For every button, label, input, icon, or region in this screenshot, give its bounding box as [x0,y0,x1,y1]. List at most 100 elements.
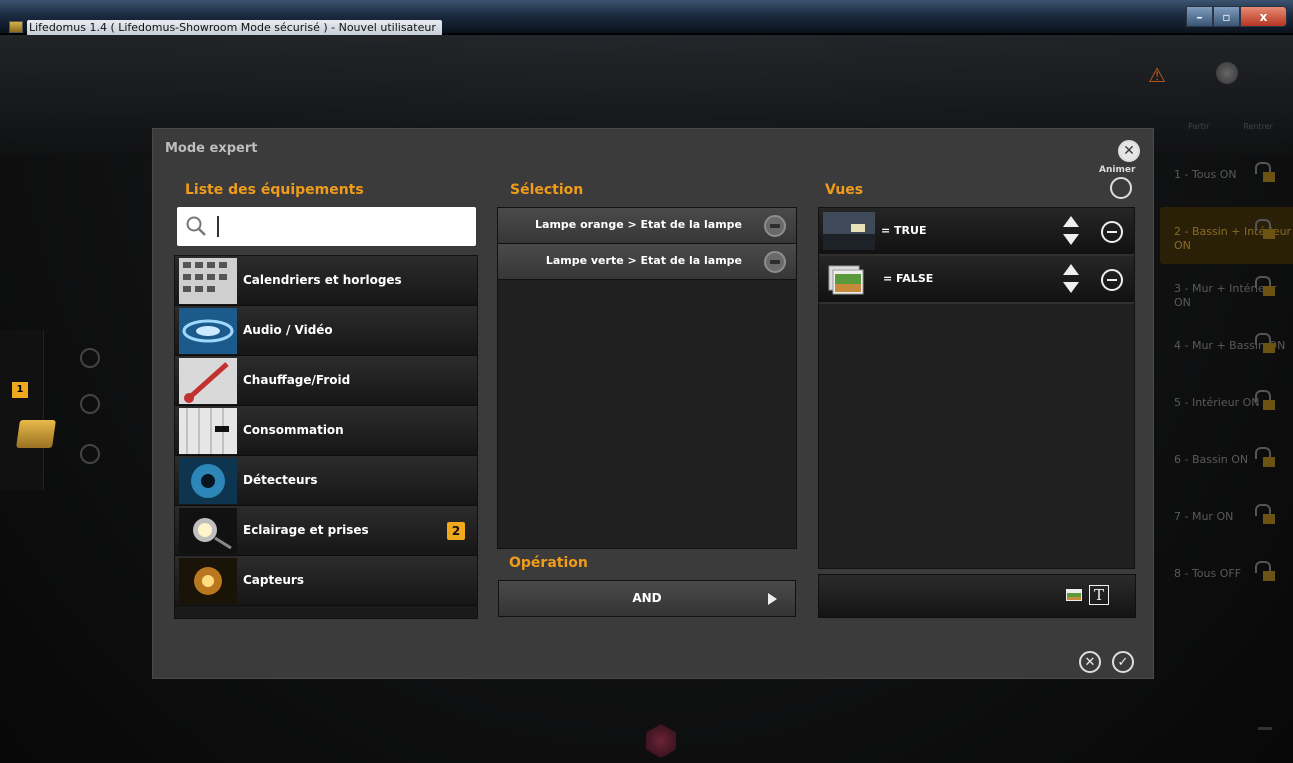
globe-icon[interactable] [1216,62,1238,84]
reorder-icon[interactable] [1063,216,1079,248]
search-input[interactable] [177,207,476,246]
audio-video-icon [179,308,237,354]
operation-selector[interactable]: AND [498,580,796,617]
warning-icon[interactable]: ⚠ [1148,65,1170,85]
equipment-item-detectors[interactable]: Détecteurs [175,456,477,506]
reorder-icon[interactable] [1063,264,1079,296]
scene-item[interactable]: 5 - Intérieur ON [1160,378,1293,435]
equipment-item-audio-video[interactable]: Audio / Vidéo [175,306,477,356]
equipment-label: Détecteurs [243,473,318,487]
operation-value: AND [632,591,662,605]
lock-icon [1255,504,1275,528]
lock-icon [1255,219,1275,243]
title-bar: Lifedomus 1.4 ( Lifedomus-Showroom Mode … [0,0,1293,36]
cancel-icon: ✕ [1084,654,1096,670]
spotlight-icon [179,508,237,554]
count-badge: 2 [447,522,465,540]
column-label: Rentrer [1243,122,1273,131]
calendar-icon [179,258,237,304]
left-dock [0,330,44,490]
scene-item[interactable]: 6 - Bassin ON [1160,435,1293,492]
view-item[interactable]: = FALSE [819,256,1134,304]
meter-icon [179,408,237,454]
room-image-icon [823,212,875,250]
lock-icon [1255,561,1275,585]
views-heading: Vues [825,182,864,198]
equipment-label: Eclairage et prises [243,523,369,537]
maximize-button[interactable]: ▫ [1213,6,1240,27]
scene-item-active[interactable]: 2 - Bassin + Intérieur ON [1160,207,1293,264]
dialog-title: Mode expert [165,141,258,156]
thermometer-icon [179,358,237,404]
check-icon: ✓ [1117,654,1129,670]
scene-label: 7 - Mur ON [1174,510,1234,523]
scene-item[interactable]: 4 - Mur + Bassin ON [1160,321,1293,378]
scene-item[interactable]: 3 - Mur + Intérieur ON [1160,264,1293,321]
equipment-label: Audio / Vidéo [243,323,333,337]
selection-list: Lampe orange > Etat de la lampe Lampe ve… [497,207,797,549]
window-title: Lifedomus 1.4 ( Lifedomus-Showroom Mode … [27,20,442,36]
fan-icon[interactable] [80,348,100,368]
equipment-item-lighting[interactable]: Eclairage et prises 2 [175,506,477,556]
folder-icon[interactable] [16,420,56,448]
scene-label: 6 - Bassin ON [1174,453,1249,466]
scene-item[interactable]: 1 - Tous ON [1160,150,1293,207]
selection-label: Lampe orange > Etat de la lampe [535,218,742,231]
selection-label: Lampe verte > Etat de la lampe [545,254,742,267]
remove-icon[interactable] [764,215,786,237]
lock-icon [1255,390,1275,414]
lock-icon [1255,276,1275,300]
lock-icon [1255,162,1275,186]
minimize-button[interactable]: – [1186,6,1213,27]
equipment-label: Calendriers et horloges [243,273,402,287]
equipment-label: Capteurs [243,573,304,587]
equipment-heading: Liste des équipements [185,182,364,198]
history-icon[interactable] [80,394,100,414]
view-label: = FALSE [883,272,934,285]
eye-icon [179,458,237,504]
view-item[interactable]: = TRUE [819,208,1134,256]
search-icon [186,216,206,236]
lock-icon [1255,447,1275,471]
confirm-button[interactable]: ✓ [1112,651,1134,673]
handle-icon[interactable] [1258,727,1272,730]
equipment-item-heating[interactable]: Chauffage/Froid [175,356,477,406]
selection-item[interactable]: Lampe verte > Etat de la lampe [498,244,796,280]
remove-icon[interactable] [764,251,786,273]
scene-label: 8 - Tous OFF [1174,567,1242,580]
equipment-list: Calendriers et horloges Audio / Vidéo Ch… [174,255,478,619]
sensor-icon [179,558,237,604]
remove-icon[interactable] [1101,221,1123,243]
dock-badge: 1 [12,382,28,398]
column-label: Partir [1188,122,1210,131]
close-icon: ✕ [1123,143,1135,159]
scene-item[interactable]: 8 - Tous OFF [1160,549,1293,606]
close-dialog-button[interactable]: ✕ [1118,140,1140,162]
image-stack-icon [828,265,864,295]
scene-item[interactable]: 7 - Mur ON [1160,492,1293,549]
window-controls: – ▫ x [1186,6,1287,27]
app-icon [9,21,23,33]
equipment-label: Chauffage/Froid [243,373,351,387]
close-window-button[interactable]: x [1240,6,1287,27]
scene-label: 5 - Intérieur ON [1174,396,1260,409]
views-list: = TRUE = FALSE [818,207,1135,569]
views-toolbar: T [818,574,1136,618]
add-text-icon[interactable]: T [1089,585,1109,605]
gauge-icon[interactable] [80,444,100,464]
lock-icon [1255,333,1275,357]
add-image-icon[interactable] [1065,587,1083,603]
play-icon [768,593,777,605]
remove-icon[interactable] [1101,269,1123,291]
animate-toggle[interactable] [1110,177,1132,199]
selection-item[interactable]: Lampe orange > Etat de la lampe [498,208,796,244]
operation-heading: Opération [509,555,588,571]
equipment-item-sensors[interactable]: Capteurs [175,556,477,606]
animate-label: Animer [1099,165,1136,175]
equipment-item-calendars[interactable]: Calendriers et horloges [175,256,477,306]
cancel-button[interactable]: ✕ [1079,651,1101,673]
equipment-item-consumption[interactable]: Consommation [175,406,477,456]
view-label: = TRUE [881,224,927,237]
equipment-label: Consommation [243,423,344,437]
scene-list: 1 - Tous ON 2 - Bassin + Intérieur ON 3 … [1160,150,1293,606]
